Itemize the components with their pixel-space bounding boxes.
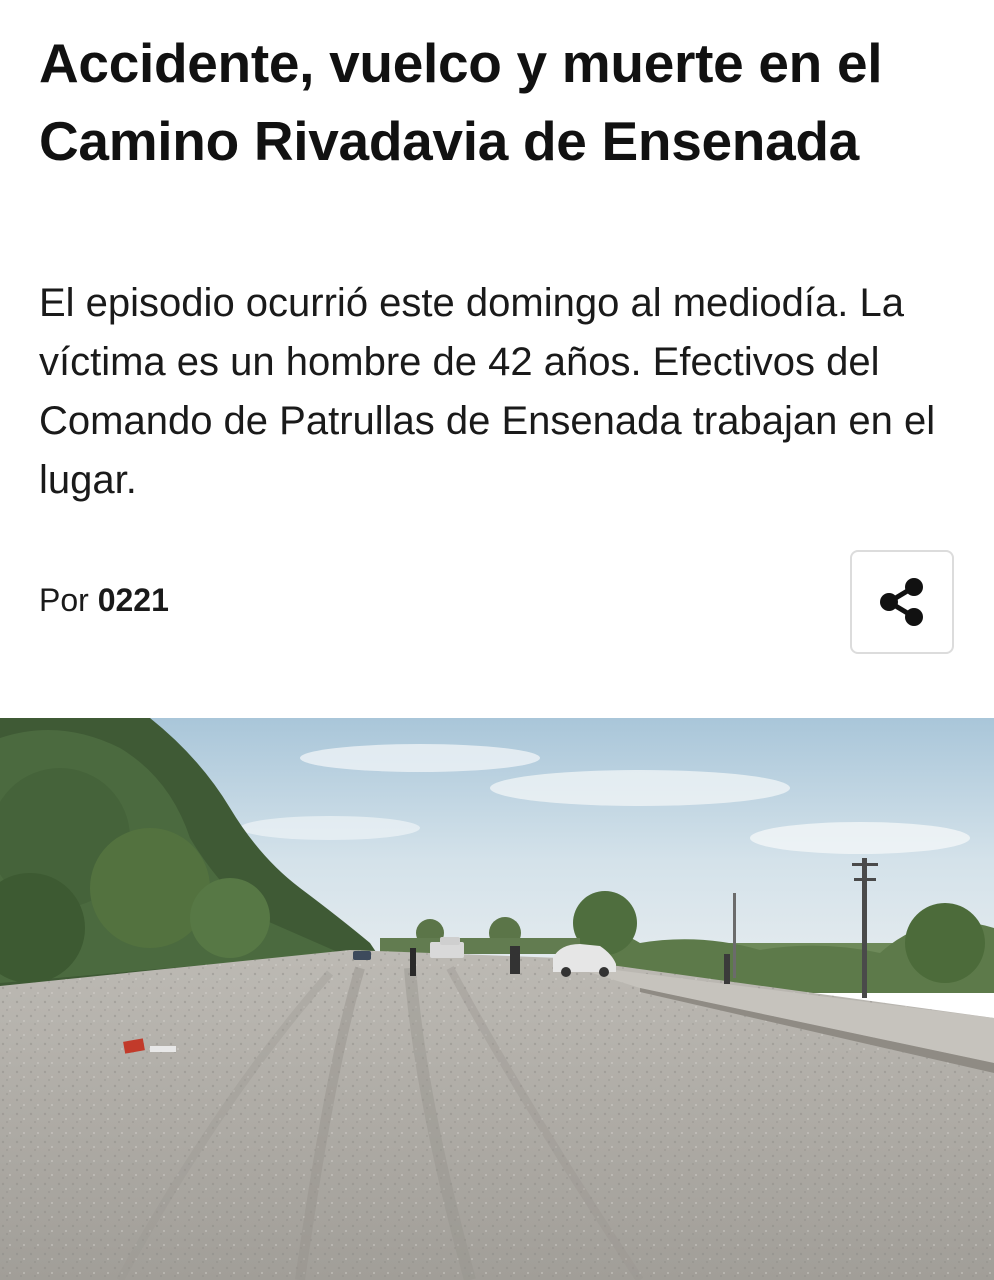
byline: Por 0221 xyxy=(39,580,169,620)
share-button[interactable] xyxy=(850,550,954,654)
article: Accidente, vuelco y muerte en el Camino … xyxy=(0,0,994,1280)
byline-author[interactable]: 0221 xyxy=(98,582,169,618)
share-icon xyxy=(880,578,923,626)
article-summary: El episodio ocurrió este domingo al medi… xyxy=(39,281,936,502)
byline-prefix: Por xyxy=(39,582,89,618)
road-accident-scene-photo xyxy=(0,718,994,1280)
article-headline: Accidente, vuelco y muerte en el Camino … xyxy=(39,32,883,172)
